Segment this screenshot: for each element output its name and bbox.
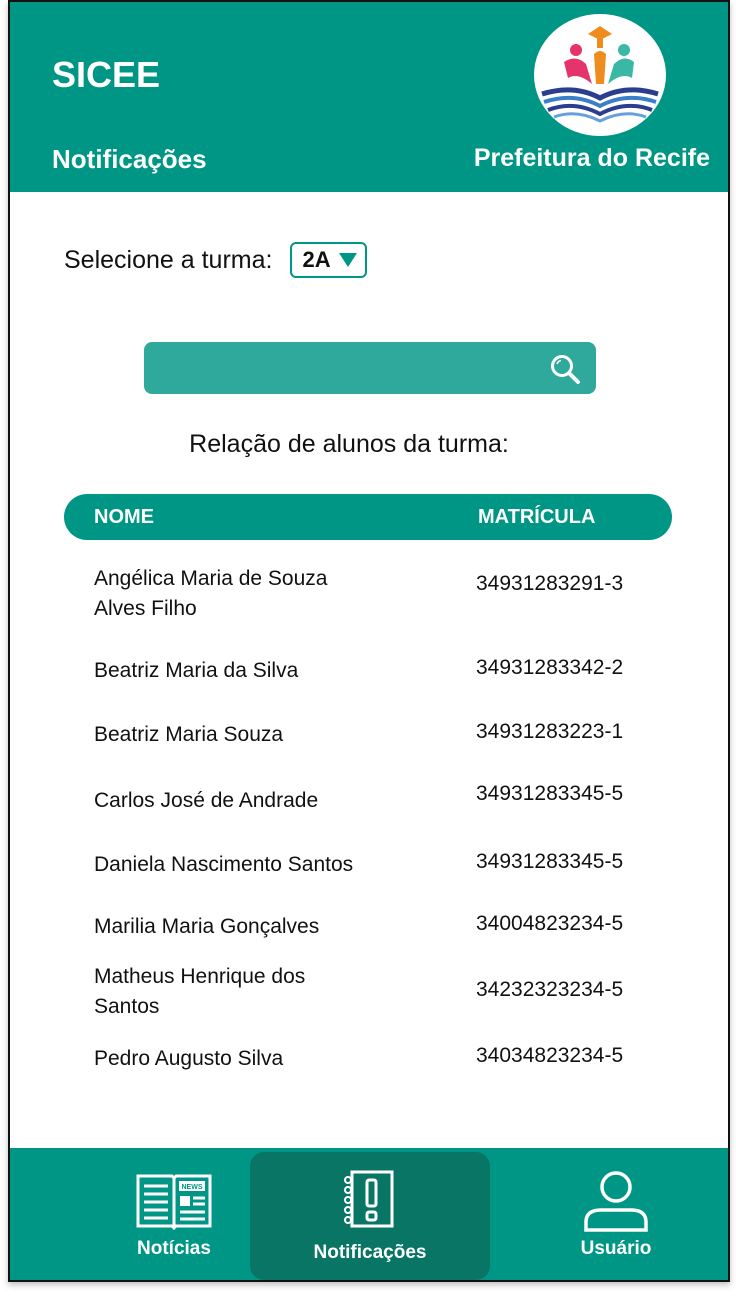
chevron-down-icon (338, 253, 357, 267)
notification-icon (344, 1170, 394, 1228)
class-select-row: Selecione a turma: 2A (64, 242, 367, 278)
student-name: Pedro Augusto Silva (94, 1047, 284, 1070)
class-select-value: 2A (302, 247, 331, 272)
student-name: Carlos José de Andrade (94, 789, 319, 812)
tab-usuario[interactable]: Usuário (556, 1148, 676, 1280)
search-input[interactable] (156, 350, 540, 388)
search-bar (144, 342, 596, 394)
user-icon (584, 1171, 648, 1232)
tab-noticias-label: Notícias (137, 1238, 211, 1259)
student-matricula: 34931283345-5 (476, 782, 624, 805)
student-name: Daniela Nascimento Santos (94, 853, 354, 876)
tab-notificacoes[interactable]: Notificações (250, 1152, 490, 1280)
student-matricula: 34004823234-5 (476, 912, 624, 935)
student-name: Beatriz Maria Souza (94, 723, 284, 746)
column-header-matricula: MATRÍCULA (478, 506, 596, 528)
svg-text:NEWS: NEWS (182, 1184, 203, 1191)
student-name: Matheus Henrique dos Santos (94, 965, 306, 1018)
student-list-title: Relação de alunos da turma: (10, 430, 728, 459)
search-icon[interactable] (548, 352, 582, 386)
tab-notificacoes-label: Notificações (313, 1242, 427, 1263)
tab-usuario-label: Usuário (580, 1238, 652, 1259)
newspaper-icon: NEWS (136, 1174, 212, 1230)
student-name: Marilia Maria Gonçalves (94, 915, 320, 938)
student-matricula: 34931283342-2 (476, 656, 624, 679)
student-name: Angélica Maria de Souza Alves Filho (94, 567, 328, 620)
page-title: Notificações (52, 144, 207, 174)
bottom-tab-bar: NEWS Notícias Notificações Usuário (10, 1148, 728, 1280)
education-logo-icon (534, 14, 666, 136)
student-list-title-text: Relação de alunos da turma: (189, 430, 509, 458)
header: SICEE Notificações Prefeitura do Recife (10, 2, 728, 192)
student-matricula: 34931283345-5 (476, 850, 624, 873)
table-header: NOME MATRÍCULA (64, 494, 672, 540)
student-matricula: 34931283291-3 (476, 572, 624, 595)
class-select[interactable]: 2A (290, 242, 367, 278)
app-frame: SICEE Notificações Prefeitura do Recife … (8, 0, 730, 1282)
app-title: SICEE (52, 54, 161, 95)
student-matricula: 34232323234-5 (476, 978, 624, 1001)
student-matricula: 34034823234-5 (476, 1044, 624, 1067)
student-matricula: 34931283223-1 (476, 720, 624, 743)
column-header-name: NOME (94, 506, 154, 528)
tab-noticias[interactable]: NEWS Notícias (114, 1148, 234, 1280)
city-name: Prefeitura do Recife (473, 144, 710, 172)
class-select-label: Selecione a turma: (64, 245, 273, 274)
student-name: Beatriz Maria da Silva (94, 659, 299, 682)
